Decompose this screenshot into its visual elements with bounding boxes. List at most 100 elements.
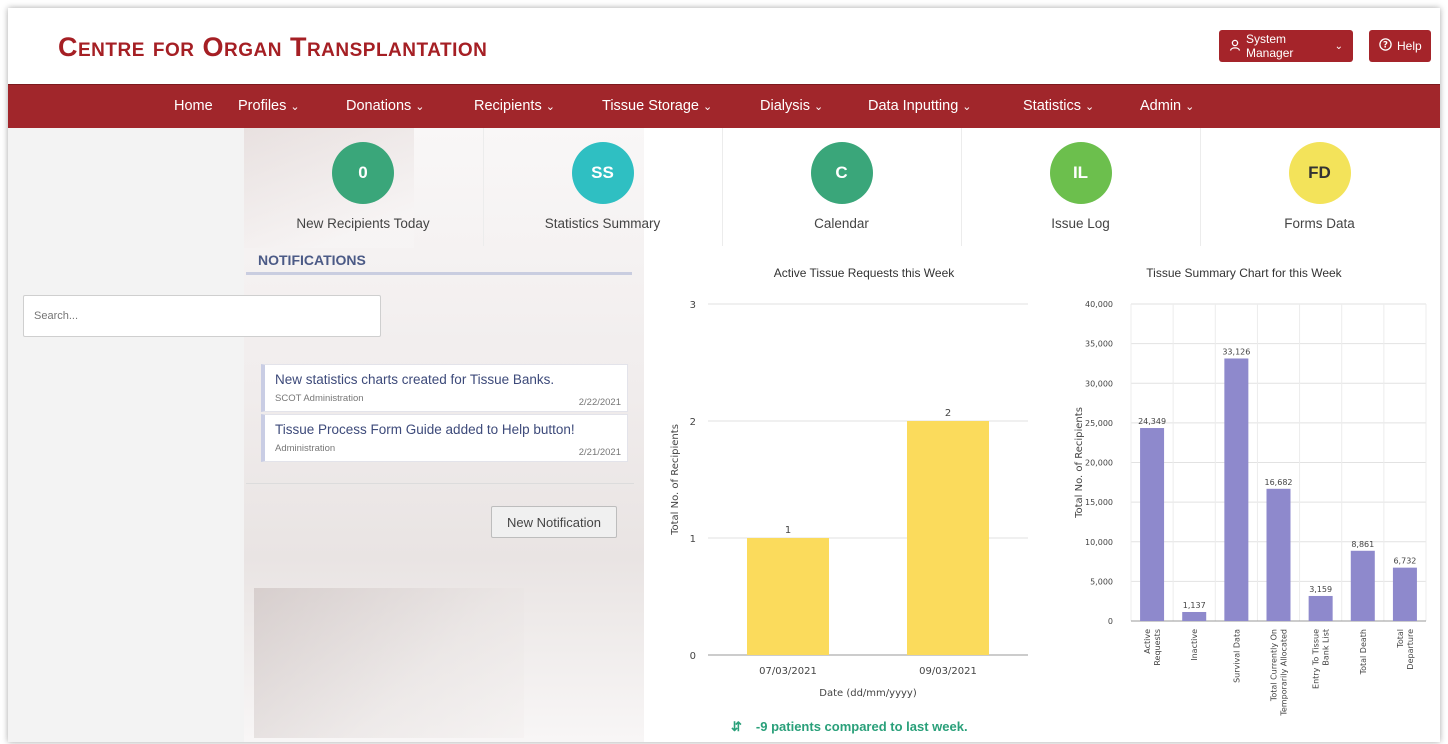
notification-title: New statistics charts created for Tissue… [275,372,555,387]
building-graphic [254,588,524,738]
tile-label: Statistics Summary [544,216,661,231]
bar [907,421,989,655]
y-tick-label: 2 [690,417,696,428]
tile-label: Forms Data [1284,216,1355,231]
nav-item-data-inputting[interactable]: Data Inputting ⌄ [868,98,972,114]
tile-calendar[interactable]: C Calendar [722,128,960,246]
data-label: 1,137 [1183,601,1206,610]
bar [1266,488,1291,621]
tile-label: Issue Log [1051,216,1110,231]
y-tick-label: 40,000 [1085,300,1113,309]
notifications-search-input[interactable] [23,295,381,337]
bar [1140,428,1165,621]
data-label: 2 [945,408,951,419]
tile-issue-log[interactable]: IL Issue Log [961,128,1199,246]
app-title: Centre for Organ Transplantation [58,32,488,62]
tile-label: New Recipients Today [296,216,430,231]
app-window: Centre for Organ Transplantation System … [8,8,1440,742]
x-tick-label-line: Total Currently On [1270,629,1279,702]
tile-badge: 0 [332,142,394,204]
nav-item-recipients[interactable]: Recipients ⌄ [474,98,555,114]
data-label: 24,349 [1138,417,1166,426]
y-tick-label: 0 [1108,617,1113,626]
divider [246,483,634,484]
x-tick-label: Inactive [1190,629,1199,661]
tile-badge: FD [1288,142,1351,204]
y-tick-label: 15,000 [1085,498,1113,507]
y-axis-label: Total No. of Recipients [1074,407,1085,519]
y-tick-label: 30,000 [1085,379,1113,388]
x-tick-label-line: Inactive [1190,629,1199,661]
y-tick-label: 0 [690,651,696,662]
x-tick-label: TotalDeparture [1396,629,1415,670]
svg-text:?: ? [1383,40,1388,50]
notification-title: Tissue Process Form Guide added to Help … [275,422,575,437]
x-tick-label: Survival Data [1232,629,1241,683]
data-label: 1 [785,525,791,536]
y-tick-label: 25,000 [1085,419,1113,428]
y-axis-label: Total No. of Recipients [670,424,681,536]
comparison-note: ⇵ -9 patients compared to last week. [731,719,968,735]
bar [1392,567,1417,621]
nav-item-tissue-storage[interactable]: Tissue Storage ⌄ [602,98,712,114]
notifications-title: NOTIFICATIONS [258,252,366,268]
chart-title: Active Tissue Requests this Week [774,266,956,280]
nav-label: Recipients [474,98,542,114]
chevron-down-icon: ⌄ [962,101,972,113]
tile-forms-data[interactable]: FD Forms Data [1200,128,1438,246]
nav-item-dialysis[interactable]: Dialysis ⌄ [760,98,823,114]
nav-label: Profiles [238,98,287,114]
x-tick-label-line: Total Death [1359,629,1368,675]
tile-badge: SS [571,142,634,204]
notification-item[interactable]: Tissue Process Form Guide added to Help … [261,414,628,462]
user-icon [1229,39,1241,54]
x-tick-label: Total Currently OnTemporarily Allocated [1270,629,1289,717]
user-menu-button[interactable]: System Manager ⌄ [1219,30,1353,62]
x-tick-label: Total Death [1359,629,1368,675]
nav-item-admin[interactable]: Admin ⌄ [1140,98,1194,114]
nav-item-home[interactable]: Home [174,98,213,114]
help-button[interactable]: ? Help [1369,30,1431,62]
chevron-down-icon: ⌄ [813,101,824,113]
nav-item-donations[interactable]: Donations ⌄ [346,98,425,114]
nav-item-profiles[interactable]: Profiles ⌄ [238,98,300,114]
x-tick-label-line: Active [1143,629,1152,654]
comparison-text: -9 patients compared to last week. [755,719,968,734]
up-down-arrow-icon: ⇵ [731,719,742,734]
header: Centre for Organ Transplantation System … [8,8,1440,84]
nav-label: Statistics [1023,98,1082,114]
bar [1308,595,1333,621]
tile-new-recipients-today[interactable]: 0 New Recipients Today [244,128,482,246]
nav-label: Dialysis [760,98,810,114]
x-tick-label-line: Departure [1406,629,1415,670]
chevron-down-icon: ⌄ [1185,101,1195,113]
chart-title: Tissue Summary Chart for this Week [1146,266,1342,280]
tile-label: Calendar [814,216,869,231]
chevron-down-icon: ⌄ [702,101,713,113]
left-sidebar [8,128,244,742]
chevron-down-icon: ⌄ [415,101,425,113]
new-notification-button[interactable]: New Notification [491,506,617,538]
data-label: 3,159 [1309,585,1332,594]
nav-label: Donations [346,98,412,114]
nav-label: Data Inputting [868,98,959,114]
tissue-summary-chart: Tissue Summary Chart for this Week 0 5,000… [1054,248,1434,742]
notification-source: Administration [275,443,336,454]
chevron-down-icon: ⌄ [545,101,555,113]
notification-date: 2/21/2021 [578,447,621,458]
notification-date: 2/22/2021 [578,397,621,408]
x-tick-label: Entry To TissueBank List [1312,629,1331,689]
notification-item[interactable]: New statistics charts created for Tissue… [261,364,628,412]
bar [1182,611,1207,621]
chevron-down-icon: ⌄ [290,101,300,113]
x-tick-label: 09/03/2021 [919,666,977,677]
x-tick-label-line: Total [1396,629,1405,649]
data-label: 16,682 [1265,478,1293,487]
y-tick-label: 35,000 [1085,340,1113,349]
x-tick-label-line: Bank List [1322,629,1331,666]
user-menu-label: System Manager [1246,32,1294,60]
nav-item-statistics[interactable]: Statistics ⌄ [1023,98,1094,114]
chart-svg: Active Tissue Requests this Week 0 1 2 3 1 07/… [670,266,1028,699]
tile-statistics-summary[interactable]: SS Statistics Summary [483,128,721,246]
y-tick-label: 1 [690,534,696,545]
